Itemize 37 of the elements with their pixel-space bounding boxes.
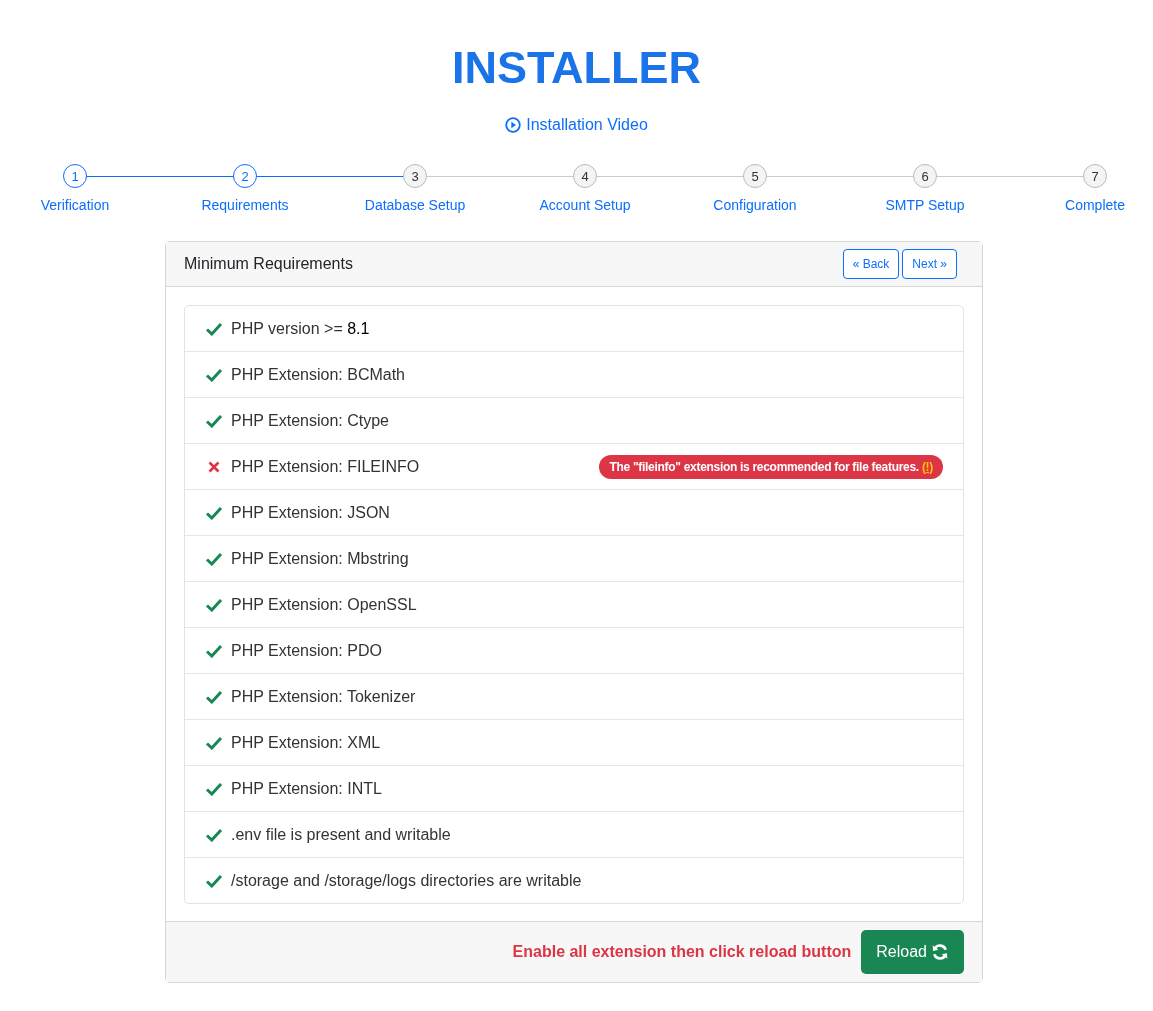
installer-title: INSTALLER [450,42,703,94]
step-number: 1 [63,164,87,188]
requirement-text: PHP Extension: Mbstring [231,549,409,568]
requirement-text: PHP Extension: PDO [231,641,382,660]
requirement-text: PHP version >= 8.1 [231,319,370,338]
requirement-text: /storage and /storage/logs directories are writable [231,871,582,890]
step-label[interactable]: Database Setup [364,197,466,213]
requirement-text: PHP Extension: OpenSSL [231,595,417,614]
step-label[interactable]: Complete [1065,197,1125,213]
requirement-text: PHP Extension: Ctype [231,411,389,430]
step-number: 3 [403,164,427,188]
step-label[interactable]: SMTP Setup [885,197,965,213]
reload-button[interactable]: Reload [861,930,964,974]
step-number: 6 [913,164,937,188]
footer-message: Enable all extension then click reload button [512,943,852,961]
step-label[interactable]: Configuration [713,197,797,213]
back-button[interactable]: « Back [842,249,900,279]
step-label[interactable]: Requirements [201,197,289,213]
next-button[interactable]: Next » [902,249,957,279]
step-label[interactable]: Account Setup [539,197,631,213]
step-number: 4 [573,164,597,188]
play-circle-icon [505,117,522,133]
step-number: 5 [743,164,767,188]
card-title: Minimum Requirements [184,255,353,273]
step-number: 7 [1083,164,1107,188]
requirement-text: PHP Extension: Tokenizer [231,687,416,706]
installation-video-link[interactable]: Installation Video [505,116,648,134]
requirement-text: PHP Extension: FILEINFO [231,457,420,476]
warning-badge: The "fileinfo" extension is recommended for file features. (!) [599,454,943,479]
refresh-icon [931,943,949,961]
step-number: 2 [233,164,257,188]
requirement-text: PHP Extension: INTL [231,779,382,798]
requirement-text: PHP Extension: JSON [231,503,390,522]
requirement-text: .env file is present and writable [231,825,451,844]
requirement-text: PHP Extension: BCMath [231,365,405,384]
step-label[interactable]: Verification [40,197,110,213]
requirement-text: PHP Extension: XML [231,733,381,752]
